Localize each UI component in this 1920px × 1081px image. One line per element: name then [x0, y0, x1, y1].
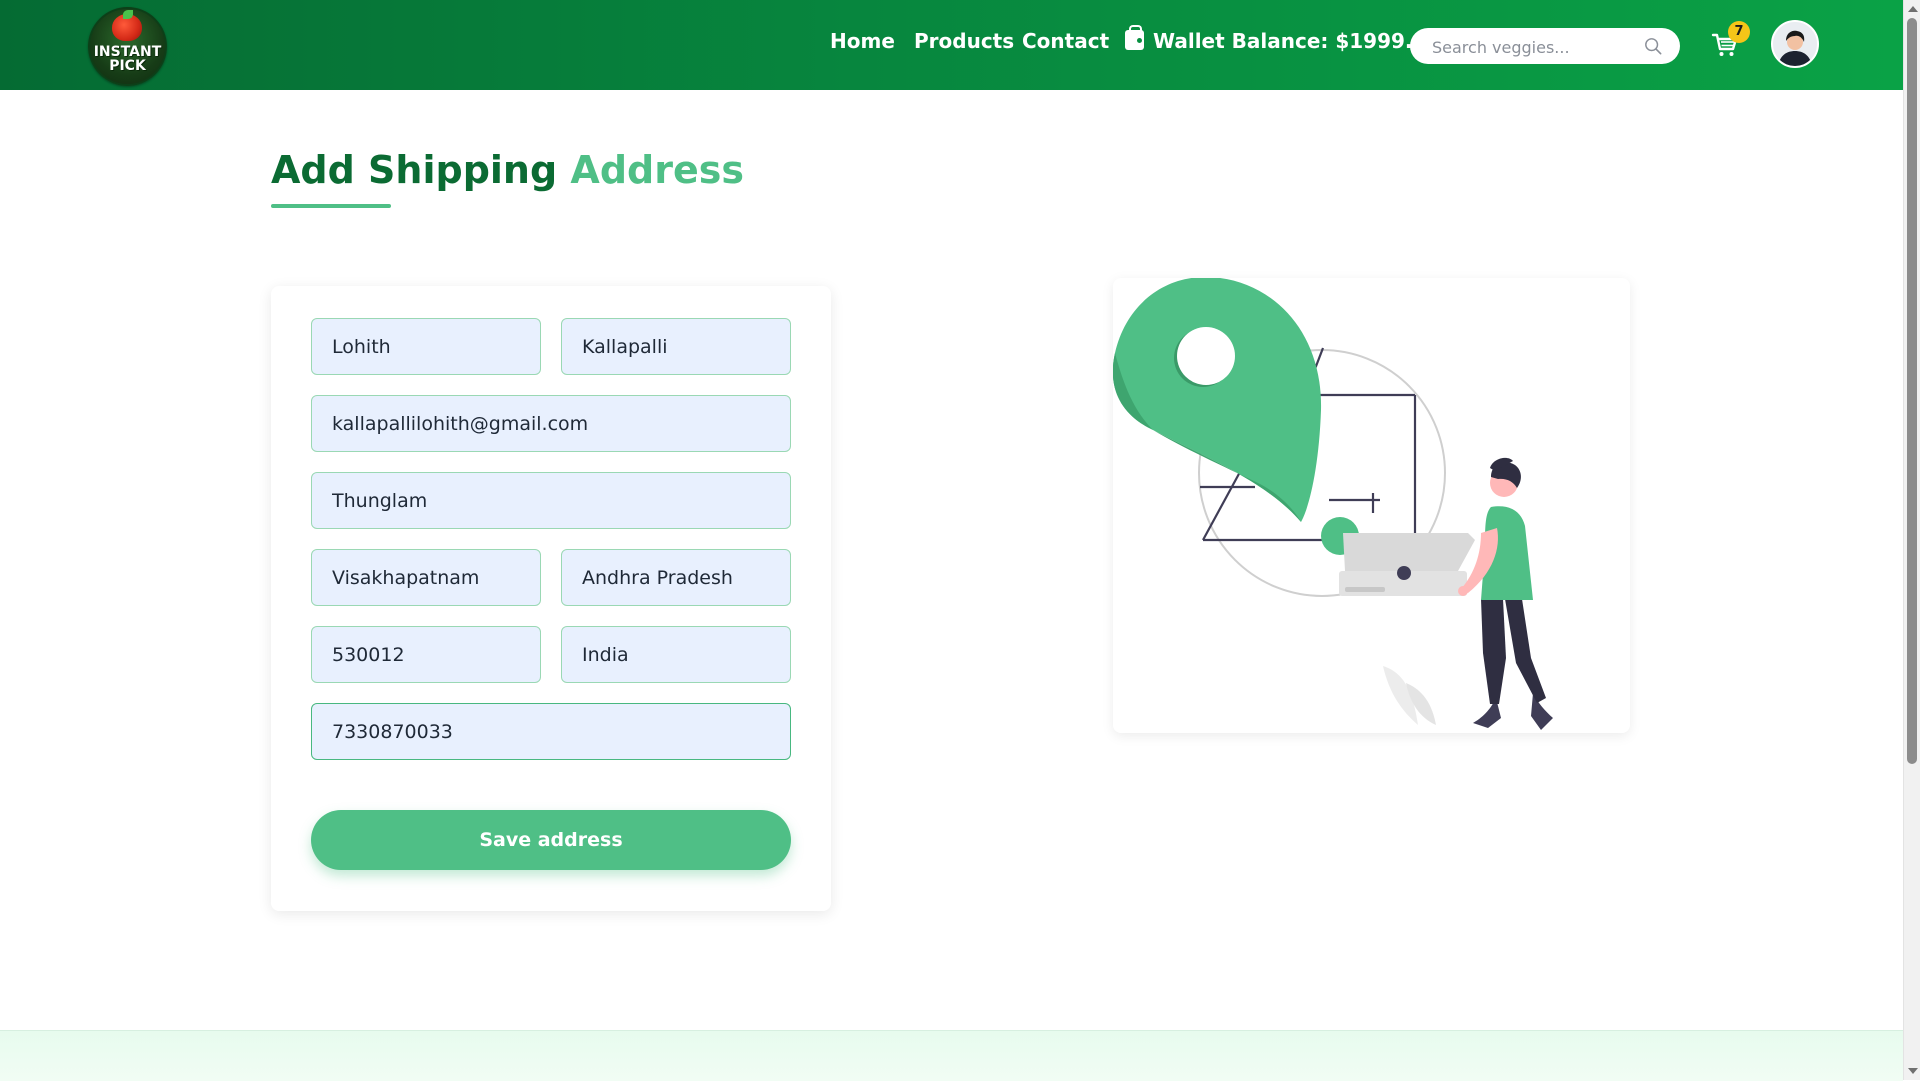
- footer-strip: [0, 1030, 1903, 1081]
- last-name-field[interactable]: [561, 318, 791, 375]
- vertical-scrollbar[interactable]: [1903, 0, 1920, 1080]
- state-field[interactable]: [561, 549, 791, 606]
- nav-link-products[interactable]: Products: [914, 29, 1014, 53]
- country-field[interactable]: [561, 626, 791, 683]
- first-name-field[interactable]: [311, 318, 541, 375]
- location-illustration-card: [1113, 278, 1630, 733]
- pincode-field[interactable]: [311, 626, 541, 683]
- email-field[interactable]: [311, 395, 791, 452]
- page-title: Add Shipping Address: [271, 148, 744, 192]
- shipping-address-form: Save address: [271, 286, 831, 911]
- phone-field[interactable]: [311, 703, 791, 760]
- search-bar: [1410, 28, 1680, 64]
- user-avatar-graphic: [1773, 22, 1817, 66]
- address-field[interactable]: [311, 472, 791, 529]
- scroll-down-arrow-icon[interactable]: [1908, 1068, 1918, 1074]
- title-underline: [271, 204, 391, 208]
- city-field[interactable]: [311, 549, 541, 606]
- search-icon[interactable]: [1644, 37, 1662, 55]
- scroll-up-arrow-icon[interactable]: [1908, 6, 1918, 12]
- page-title-accent: Address: [570, 148, 744, 192]
- wallet-balance-label: Wallet Balance: $1999.00: [1153, 29, 1441, 53]
- avatar-icon[interactable]: [1771, 20, 1819, 68]
- nav-link-home[interactable]: Home: [830, 29, 895, 53]
- leaf-logo-graphic: [123, 10, 133, 19]
- cart-count-badge: 7: [1728, 21, 1750, 43]
- wallet-balance[interactable]: Wallet Balance: $1999.00: [1125, 25, 1441, 53]
- nav-link-contact[interactable]: Contact: [1022, 29, 1109, 53]
- wallet-icon: [1125, 25, 1144, 50]
- logo-text-line-2: PICK: [109, 58, 146, 74]
- top-navbar: INSTANT PICK Home Products Contact Walle…: [0, 0, 1903, 90]
- save-address-button[interactable]: Save address: [311, 810, 791, 870]
- page-title-main: Add Shipping: [271, 148, 558, 192]
- location-illustration: [1113, 278, 1553, 730]
- scrollbar-thumb[interactable]: [1907, 18, 1917, 764]
- search-input[interactable]: [1430, 33, 1634, 61]
